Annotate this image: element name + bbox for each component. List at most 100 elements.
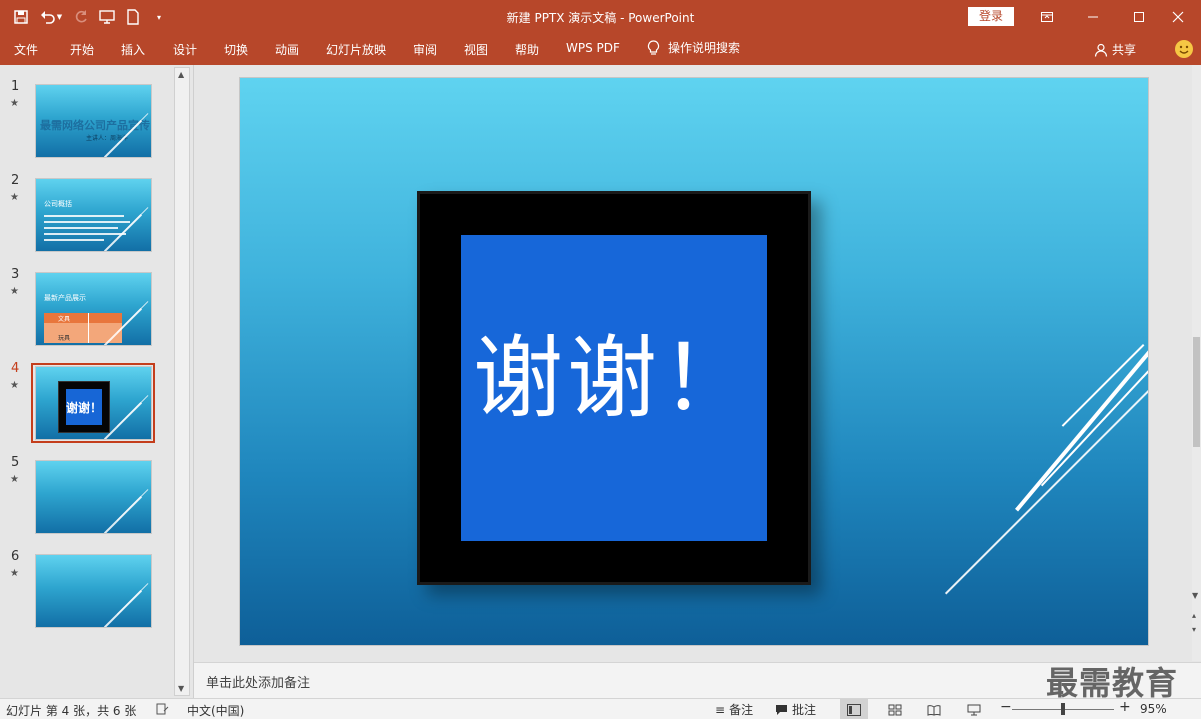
language-indicator[interactable]: 中文(中国) bbox=[187, 702, 244, 719]
window-title: 新建 PPTX 演示文稿 - PowerPoint bbox=[506, 11, 695, 25]
scroll-down-icon[interactable]: ▼ bbox=[178, 684, 184, 693]
tab-home[interactable]: 开始 bbox=[70, 41, 94, 58]
decor-line bbox=[1015, 348, 1148, 512]
table-header-row bbox=[44, 313, 122, 323]
slide-thumbnail-5[interactable] bbox=[35, 460, 152, 534]
notes-icon: ≡ bbox=[715, 702, 726, 717]
decor-line bbox=[116, 207, 149, 239]
decor-line bbox=[1040, 368, 1148, 487]
notes-label: 备注 bbox=[729, 703, 754, 717]
login-button[interactable]: 登录 bbox=[968, 7, 1014, 26]
slide-thumbnail-2[interactable]: 公司概括 bbox=[35, 178, 152, 252]
lightbulb-icon bbox=[647, 39, 660, 55]
tab-slideshow[interactable]: 幻灯片放映 bbox=[326, 41, 386, 58]
slideshow-view-icon bbox=[967, 704, 981, 715]
tab-help[interactable]: 帮助 bbox=[515, 41, 539, 58]
text-line bbox=[44, 227, 118, 229]
tell-me-search[interactable]: 操作说明搜索 bbox=[647, 39, 740, 56]
notes-button[interactable]: ≡ 备注 bbox=[715, 701, 753, 718]
reading-view-button[interactable] bbox=[920, 699, 948, 719]
scroll-down-icon[interactable]: ▼ bbox=[1192, 591, 1198, 600]
ribbon-tabs: 文件 开始 插入 设计 切换 动画 幻灯片放映 审阅 视图 帮助 WPS PDF… bbox=[0, 34, 1201, 65]
tell-me-label: 操作说明搜索 bbox=[668, 41, 741, 55]
close-button[interactable] bbox=[1155, 0, 1201, 34]
table-cell: 文具 bbox=[58, 316, 71, 323]
slide-number: 6 bbox=[11, 549, 20, 564]
minimize-button[interactable] bbox=[1070, 0, 1116, 34]
smiley-face-icon bbox=[1179, 45, 1189, 54]
text-line bbox=[44, 221, 130, 223]
watermark-logo: 最需教育 bbox=[1046, 664, 1179, 702]
slide-thumbnail-3[interactable]: 最新产品展示 文具 玩具 bbox=[35, 272, 152, 346]
slide-thumbnail-1[interactable]: 最需网络公司产品宣传 主讲人：周海洋 bbox=[35, 84, 152, 158]
tab-insert[interactable]: 插入 bbox=[121, 41, 145, 58]
tab-design[interactable]: 设计 bbox=[173, 41, 197, 58]
tab-animations[interactable]: 动画 bbox=[275, 41, 299, 58]
accessibility-check-icon[interactable] bbox=[156, 703, 170, 715]
thumb-heading: 最新产品展示 bbox=[44, 294, 86, 302]
slide-sorter-button[interactable] bbox=[881, 699, 909, 719]
scroll-up-icon[interactable]: ▲ bbox=[178, 70, 184, 79]
decor-line bbox=[944, 388, 1148, 595]
zoom-level[interactable]: 95% bbox=[1140, 702, 1167, 716]
animation-star-icon: ★ bbox=[10, 380, 19, 391]
maximize-icon bbox=[1134, 12, 1144, 22]
slide-thumbnail-pane: 1 ★ 最需网络公司产品宣传 主讲人：周海洋 2 ★ 公司概括 3 ★ 最新产品… bbox=[0, 65, 174, 698]
tab-transitions[interactable]: 切换 bbox=[224, 41, 248, 58]
thumb-thanks-text: 谢谢！ bbox=[66, 389, 102, 425]
text-line bbox=[44, 239, 104, 241]
slide-number: 2 bbox=[11, 173, 20, 188]
status-bar: 幻灯片 第 4 张，共 6 张 中文(中国) ≡ 备注 批注 − + 95% bbox=[0, 698, 1201, 719]
slide-number: 4 bbox=[11, 361, 20, 376]
scrollbar-thumb[interactable] bbox=[1193, 337, 1200, 447]
text-line bbox=[44, 233, 126, 235]
animation-star-icon: ★ bbox=[10, 98, 19, 109]
thanks-text[interactable]: 谢谢！ bbox=[461, 305, 767, 435]
tab-review[interactable]: 审阅 bbox=[413, 41, 437, 58]
current-slide[interactable]: 谢谢！ bbox=[239, 77, 1149, 646]
zoom-out-button[interactable]: − bbox=[1000, 699, 1012, 715]
title-bar: ▼ ▾ 新建 PPTX 演示文稿 - PowerPoint 登录 bbox=[0, 0, 1201, 34]
table-divider bbox=[88, 313, 89, 343]
slide-scrollbar[interactable]: ▼ ▴ ▾ bbox=[1192, 65, 1201, 661]
comment-icon bbox=[776, 704, 787, 715]
tab-wps-pdf[interactable]: WPS PDF bbox=[566, 41, 620, 55]
animation-star-icon: ★ bbox=[10, 474, 19, 485]
normal-view-button[interactable] bbox=[840, 699, 868, 719]
close-icon bbox=[1172, 11, 1184, 23]
decor-line bbox=[116, 395, 149, 427]
ribbon-display-icon bbox=[1041, 12, 1053, 22]
animation-star-icon: ★ bbox=[10, 192, 19, 203]
slide-number: 1 bbox=[11, 79, 20, 94]
slide-number: 3 bbox=[11, 267, 20, 282]
feedback-smiley-icon[interactable] bbox=[1175, 40, 1193, 58]
decor-line bbox=[116, 489, 149, 521]
decor-line bbox=[116, 583, 149, 615]
comments-label: 批注 bbox=[792, 703, 817, 717]
table-cell: 玩具 bbox=[58, 335, 71, 342]
thumbnail-scrollbar[interactable]: ▲ ▼ bbox=[174, 67, 190, 696]
ribbon-display-options-button[interactable] bbox=[1024, 0, 1070, 34]
comments-button[interactable]: 批注 bbox=[775, 701, 816, 718]
reading-view-icon bbox=[927, 704, 941, 716]
thumb-heading: 公司概括 bbox=[44, 200, 72, 208]
slide-counter: 幻灯片 第 4 张，共 6 张 bbox=[6, 704, 137, 718]
slide-thumbnail-6[interactable] bbox=[35, 554, 152, 628]
share-button[interactable]: 共享 bbox=[1094, 41, 1136, 58]
slide-thumbnail-4[interactable]: 谢谢！ bbox=[35, 366, 152, 440]
previous-slide-icon[interactable]: ▴ bbox=[1192, 611, 1196, 620]
picture-frame[interactable]: 谢谢！ bbox=[417, 191, 811, 585]
slide-sorter-icon bbox=[888, 704, 902, 715]
thumb-frame: 谢谢！ bbox=[58, 381, 110, 433]
next-slide-icon[interactable]: ▾ bbox=[1192, 625, 1196, 634]
text-line bbox=[44, 215, 124, 217]
zoom-slider-thumb[interactable] bbox=[1061, 703, 1065, 715]
tab-file[interactable]: 文件 bbox=[14, 41, 38, 58]
normal-view-icon bbox=[847, 703, 861, 716]
person-icon bbox=[1094, 43, 1108, 57]
tab-view[interactable]: 视图 bbox=[464, 41, 488, 58]
blue-panel: 谢谢！ bbox=[461, 235, 767, 541]
animation-star-icon: ★ bbox=[10, 286, 19, 297]
slide-number: 5 bbox=[11, 455, 20, 470]
slideshow-view-button[interactable] bbox=[960, 699, 988, 719]
